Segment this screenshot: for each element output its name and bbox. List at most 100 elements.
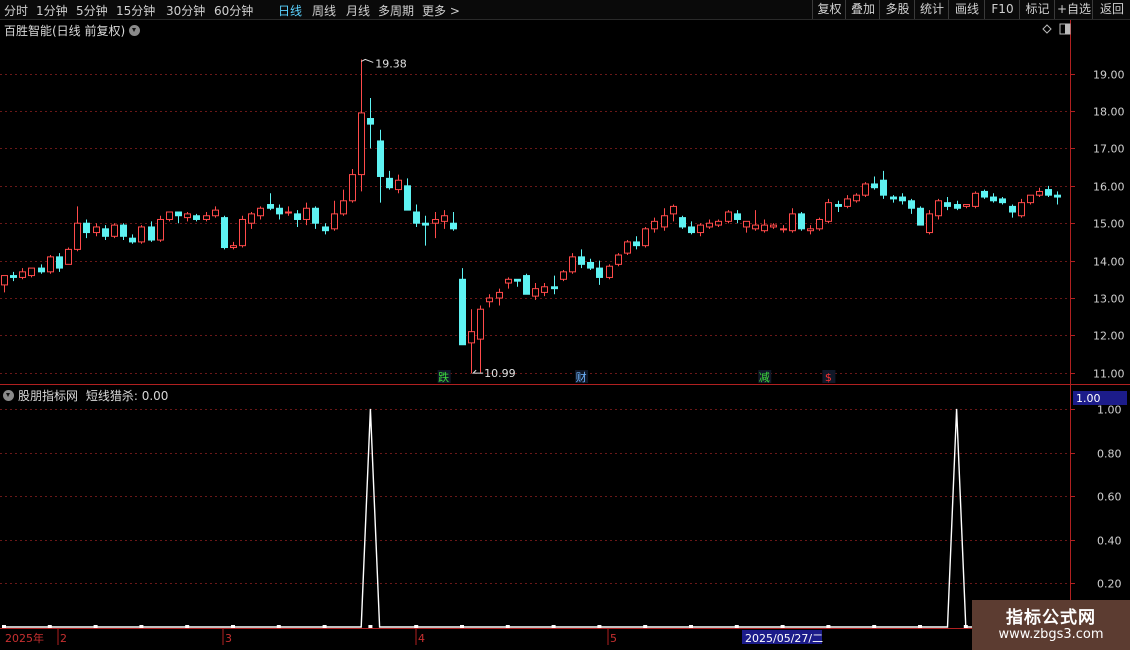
period-tab[interactable]: 5分钟 — [76, 2, 108, 19]
candle-body — [459, 278, 466, 346]
date-axis: 2025年 2 3 4 5 2025/05/27/二 — [5, 629, 823, 645]
candle-body — [422, 222, 429, 226]
candle-body — [486, 297, 493, 303]
period-tab[interactable]: 多周期 — [378, 2, 414, 19]
candle-body — [349, 174, 356, 202]
toolbar-button[interactable]: +自选 — [1054, 0, 1093, 19]
toolbar-button[interactable]: 复权 — [812, 0, 846, 19]
sub-grid — [0, 409, 1070, 584]
candle-body — [651, 220, 658, 230]
candle-body — [999, 198, 1006, 204]
low-label: 10.99 — [484, 367, 516, 380]
candle-body — [743, 220, 750, 228]
toolbar-button[interactable]: 多股 — [879, 0, 915, 19]
candle-body — [331, 213, 338, 230]
candle-body — [642, 228, 649, 247]
cursor-date: 2025/05/27/二 — [745, 632, 823, 645]
dropdown-icon[interactable] — [129, 25, 141, 36]
candle-body — [835, 204, 842, 207]
chart-canvas[interactable]: 19.38 10.99 11.00 12.00 13.00 14.00 15.00 16.0… — [0, 0, 1130, 650]
period-tab[interactable]: 60分钟 — [214, 2, 253, 19]
stock-title: 百胜智能(日线 前复权) — [4, 24, 126, 38]
period-tab[interactable]: 30分钟 — [166, 2, 205, 19]
candle-body — [432, 218, 439, 224]
candle-body — [267, 204, 274, 209]
date-label: 3 — [225, 632, 232, 645]
period-tab[interactable]: 更多 > — [422, 2, 460, 19]
period-tab[interactable]: 1分钟 — [36, 2, 68, 19]
candle-body — [1027, 194, 1034, 204]
indicator-dot — [872, 625, 877, 628]
panel-layout-icon-fill — [1065, 24, 1070, 34]
candle-body — [816, 218, 823, 230]
watermark: 指标公式网 www.zbgs3.com — [972, 600, 1130, 650]
price-tick-label: 12.00 — [1093, 330, 1125, 343]
candle-body — [450, 222, 457, 230]
date-label: 5 — [610, 632, 617, 645]
candle-body — [413, 211, 420, 224]
indicator-dot — [93, 625, 98, 628]
dropdown-icon[interactable] — [3, 390, 14, 401]
candle-body — [551, 286, 558, 290]
diamond-icon[interactable] — [1042, 24, 1052, 34]
candle-body — [257, 207, 264, 217]
candle-body — [798, 213, 805, 230]
sub-panel-title: 股朋指标网 短线猎杀: 0.00 — [3, 387, 168, 404]
period-tab[interactable]: 分时 — [4, 2, 28, 19]
candle-body — [688, 226, 695, 234]
indicator-dot — [368, 625, 373, 628]
date-label: 2 — [60, 632, 67, 645]
candle-body — [963, 204, 970, 207]
candle-body — [312, 207, 319, 224]
indicator-name: 短线猎杀: — [85, 389, 138, 403]
candle-body — [514, 278, 521, 282]
candle-body — [725, 211, 732, 222]
candle-body — [303, 207, 310, 220]
candle-body — [935, 200, 942, 217]
candle-body — [56, 256, 63, 269]
indicator-dot — [826, 625, 831, 628]
toolbar-button[interactable]: 标记 — [1019, 0, 1055, 19]
indicator-tick-label: 0.60 — [1097, 491, 1122, 504]
period-tab[interactable]: 周线 — [312, 2, 336, 19]
price-tick-label: 16.00 — [1093, 181, 1125, 194]
indicator-tick-label: 1.00 — [1097, 404, 1122, 417]
candle-body — [230, 245, 237, 249]
candle-body — [441, 215, 448, 222]
toolbar-button[interactable]: 统计 — [914, 0, 949, 19]
watermark-title: 指标公式网 — [1006, 608, 1096, 628]
period-tab[interactable]: 15分钟 — [116, 2, 155, 19]
high-label: 19.38 — [375, 57, 407, 70]
value-badge-label: 1.00 — [1076, 392, 1101, 405]
candle-body — [386, 177, 393, 189]
candle-body — [944, 202, 951, 207]
indicator-dot — [2, 625, 6, 628]
candle-body — [496, 291, 503, 299]
toolbar-button[interactable]: F10 — [984, 0, 1020, 19]
low-pointer — [471, 369, 484, 374]
indicator-dot — [689, 625, 693, 628]
candle-body — [28, 267, 35, 277]
candle-body — [102, 228, 109, 237]
candle-body — [367, 118, 374, 125]
candle-body — [596, 267, 603, 278]
candle-body — [377, 140, 384, 177]
period-tab[interactable]: 日线 — [278, 2, 302, 19]
price-tick-label: 13.00 — [1093, 293, 1125, 306]
candle-body — [248, 213, 255, 224]
candle-body — [1018, 202, 1025, 217]
candle-body — [193, 215, 200, 220]
candle-body — [972, 192, 979, 207]
toolbar-button[interactable]: 返回 — [1092, 0, 1130, 19]
candle-body — [587, 261, 594, 269]
candle-body — [10, 275, 17, 278]
candle-body — [322, 226, 329, 232]
candle-body — [569, 256, 576, 273]
indicator-dot — [47, 625, 52, 628]
candle-body — [532, 288, 539, 297]
candlestick-series: 19.38 10.99 — [1, 57, 1061, 380]
toolbar-button[interactable]: 叠加 — [845, 0, 880, 19]
price-tick-label: 19.00 — [1093, 69, 1125, 82]
toolbar-button[interactable]: 画线 — [948, 0, 985, 19]
period-tab[interactable]: 月线 — [346, 2, 370, 19]
